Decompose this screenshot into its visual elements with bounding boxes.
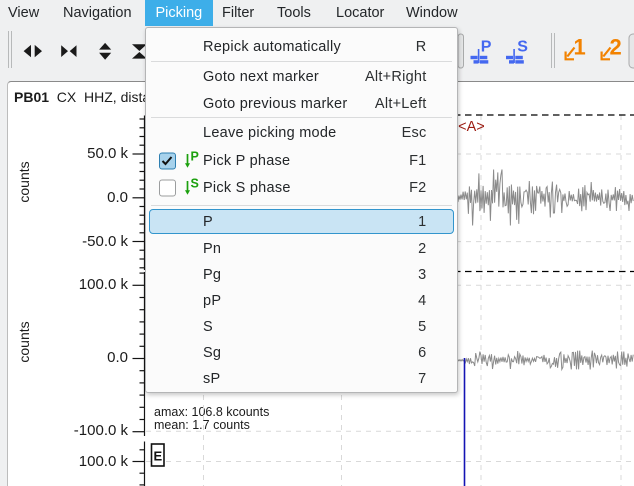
svg-text:E: E: [154, 449, 163, 464]
svg-text:S: S: [517, 39, 528, 56]
svg-text:P: P: [481, 39, 492, 56]
svg-text:P: P: [191, 151, 199, 164]
svg-text:1: 1: [574, 35, 586, 60]
svg-text:2: 2: [610, 35, 622, 60]
svg-text:S: S: [191, 178, 199, 191]
